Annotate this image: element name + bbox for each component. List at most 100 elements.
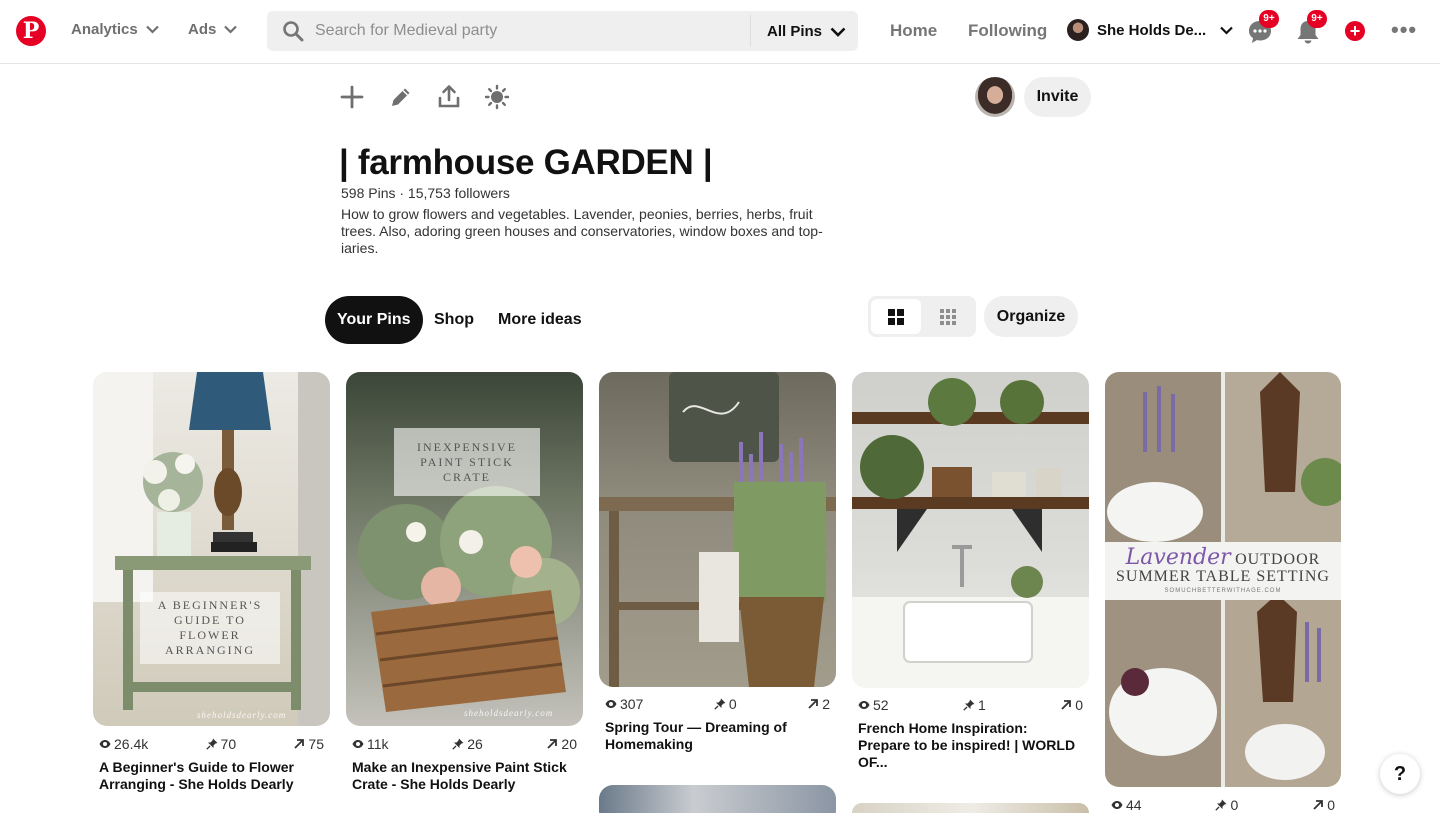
pin-overlay-headline: Lavender Outdoor (1105, 545, 1341, 570)
impressions-stat: 11k (352, 736, 389, 752)
tab-more-ideas[interactable]: More ideas (486, 296, 594, 344)
pin-overlay-caps: Outdoor (1235, 551, 1321, 568)
clicks-stat: 75 (293, 736, 324, 752)
small-grid-icon (940, 309, 956, 325)
pushpin-icon (1215, 799, 1227, 811)
eye-icon (858, 701, 870, 709)
saves-stat: 26 (452, 736, 483, 752)
default-grid-button[interactable] (871, 299, 921, 334)
pin-overlay-script: Lavender (1125, 545, 1231, 570)
saves-value: 1 (977, 697, 986, 713)
pin-stats: 26.4k 70 75 (99, 736, 324, 752)
compact-grid-button[interactable] (923, 299, 973, 334)
search-icon (283, 21, 304, 42)
chevron-down-icon (224, 25, 238, 34)
saves-value: 0 (1230, 797, 1239, 813)
tab-shop[interactable]: Shop (422, 296, 486, 344)
pin-stats: 52 1 0 (858, 697, 1083, 713)
create-plus-icon[interactable]: + (1345, 21, 1365, 41)
impressions-stat: 44 (1111, 797, 1142, 813)
pin-image[interactable] (852, 372, 1089, 688)
clicks-stat: 20 (546, 736, 577, 752)
saves-value: 26 (467, 736, 483, 752)
share-upload-icon[interactable] (436, 84, 462, 110)
board-stats: 598 Pins · 15,753 followers (341, 185, 510, 201)
clicks-value: 0 (1327, 797, 1335, 813)
saves-value: 70 (220, 736, 237, 752)
nightstand-photo (93, 372, 330, 726)
search-bar[interactable]: Search for Medieval party All Pins (267, 11, 858, 51)
view-density-toggle (868, 296, 976, 337)
saves-stat: 70 (205, 736, 237, 752)
search-scope-label: All Pins (767, 23, 823, 40)
clicks-value: 20 (561, 736, 577, 752)
outbound-arrow-icon (547, 739, 558, 749)
eye-icon (605, 700, 617, 708)
pin-title[interactable]: Spring Tour — Dreaming of Homemaking (605, 719, 830, 753)
help-button[interactable]: ? (1380, 754, 1420, 794)
more-options-icon[interactable]: ••• (1391, 19, 1417, 41)
clicks-stat: 2 (807, 696, 830, 712)
large-grid-icon (888, 309, 904, 325)
pin-card[interactable]: Lavender Outdoor Summer Table Setting SO… (1105, 372, 1341, 813)
avatar (1067, 19, 1089, 41)
search-input[interactable]: Search for Medieval party (315, 22, 497, 40)
notifications-badge: 9+ (1307, 10, 1327, 28)
pinterest-logo-icon[interactable]: P (16, 16, 46, 46)
flower-crate-photo (358, 486, 580, 712)
pin-image[interactable]: Inexpensive Paint Stick Crate sheholdsde… (346, 372, 583, 726)
chevron-down-icon (830, 27, 846, 37)
search-scope-dropdown[interactable]: All Pins (767, 23, 846, 40)
pin-image[interactable]: A Beginner's Guide to Flower Arranging s… (93, 372, 330, 726)
pin-watermark: sheholdsdearly.com (464, 708, 554, 718)
pin-card[interactable]: A Beginner's Guide to Flower Arranging s… (93, 372, 330, 802)
saves-stat: 0 (1215, 797, 1238, 813)
eye-icon (99, 740, 111, 748)
tab-your-pins[interactable]: Your Pins (325, 296, 423, 344)
pin-card[interactable]: 52 1 0 French Home Inspiration: Prepare … (852, 372, 1089, 813)
eye-icon (1111, 801, 1123, 809)
edit-pencil-icon[interactable] (388, 84, 414, 110)
following-link[interactable]: Following (968, 21, 1047, 41)
outbound-arrow-icon (1313, 800, 1324, 810)
lavender-console-photo (599, 372, 836, 687)
add-pin-plus-icon[interactable] (339, 84, 365, 110)
impressions-value: 11k (367, 736, 389, 752)
notifications-button[interactable]: 9+ (1295, 10, 1327, 45)
messages-badge: 9+ (1259, 10, 1279, 28)
impressions-value: 44 (1126, 797, 1142, 813)
impressions-stat: 307 (605, 696, 643, 712)
analytics-menu[interactable]: Analytics (71, 21, 159, 38)
pin-overlay-text: A Beginner's Guide to Flower Arranging (140, 592, 280, 664)
board-suggestions-sun-icon[interactable] (484, 84, 510, 110)
avatar[interactable] (975, 77, 1015, 117)
chevron-down-icon (1220, 26, 1233, 35)
pushpin-icon (714, 698, 726, 710)
pin-overlay-text: Inexpensive Paint Stick Crate (394, 428, 540, 496)
next-pin-image[interactable] (852, 803, 1089, 813)
home-link[interactable]: Home (890, 21, 937, 41)
pin-card[interactable]: Inexpensive Paint Stick Crate sheholdsde… (346, 372, 583, 802)
impressions-stat: 26.4k (99, 736, 148, 752)
saves-stat: 0 (714, 696, 737, 712)
next-pin-image[interactable] (599, 785, 836, 813)
profile-menu[interactable]: She Holds De... (1067, 19, 1233, 41)
pin-title[interactable]: A Beginner's Guide to Flower Arranging -… (99, 759, 324, 793)
pin-image[interactable] (599, 372, 836, 687)
outbound-arrow-icon (808, 699, 819, 709)
pin-title[interactable]: French Home Inspiration: Prepare to be i… (858, 720, 1083, 771)
top-navigation-bar: P Analytics Ads Search for Medieval part… (0, 0, 1440, 64)
messages-button[interactable]: 9+ (1247, 10, 1279, 45)
pin-card[interactable]: 307 0 2 Spring Tour — Dreaming of Homema… (599, 372, 836, 813)
pin-image[interactable]: Lavender Outdoor Summer Table Setting SO… (1105, 372, 1341, 787)
eye-icon (352, 740, 364, 748)
ads-menu[interactable]: Ads (188, 21, 238, 38)
analytics-label: Analytics (71, 21, 138, 38)
board-description: How to grow flowers and vegetables. Lave… (341, 206, 823, 256)
chevron-down-icon (145, 25, 159, 34)
clicks-value: 75 (308, 736, 324, 752)
impressions-value: 307 (620, 696, 644, 712)
organize-button[interactable]: Organize (984, 296, 1078, 337)
invite-button[interactable]: Invite (1024, 77, 1091, 117)
pin-title[interactable]: Make an Inexpensive Paint Stick Crate - … (352, 759, 577, 793)
